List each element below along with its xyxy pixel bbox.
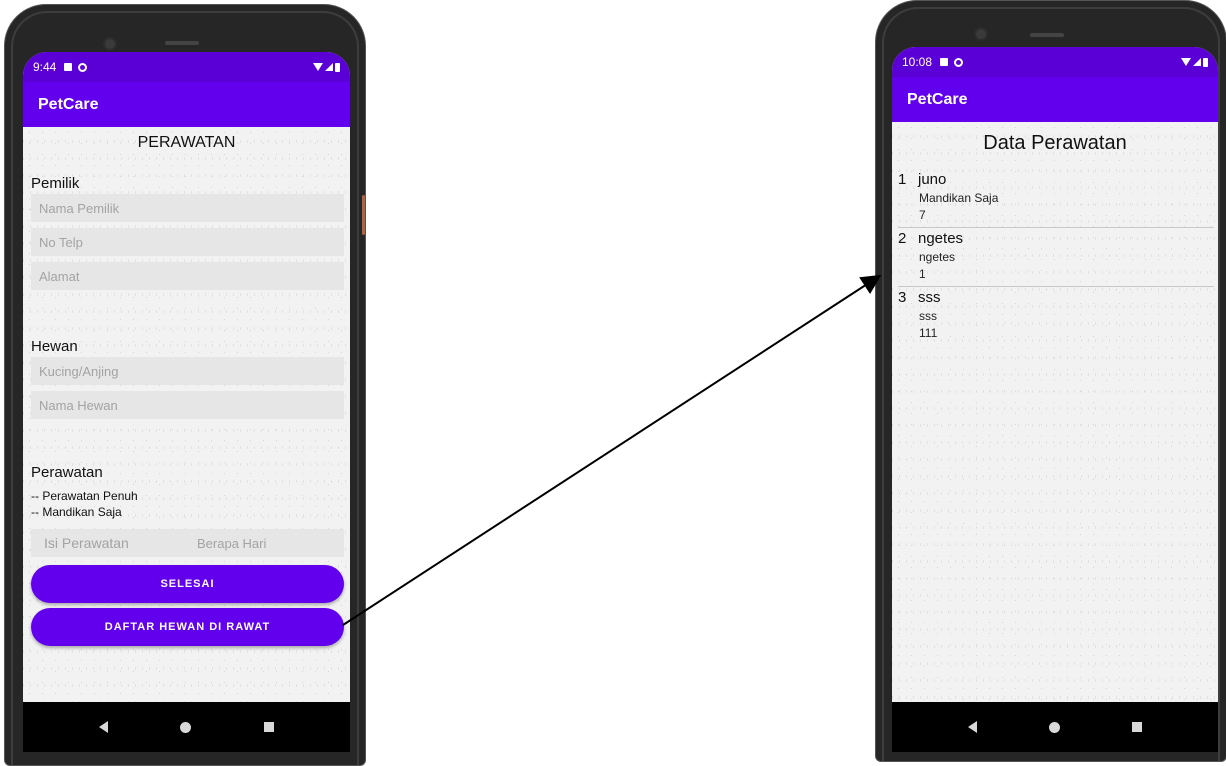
phone-input[interactable]	[31, 228, 344, 256]
animal-name-input[interactable]	[31, 391, 344, 419]
sync-icon	[78, 62, 88, 72]
address-input[interactable]	[31, 262, 344, 290]
status-time: 10:08	[902, 55, 933, 69]
animal-section-label: Hewan	[31, 338, 78, 355]
pet-list-button[interactable]: DAFTAR HEWAN DI RAWAT	[31, 608, 344, 646]
signal-icon	[325, 63, 333, 71]
sim-icon	[940, 58, 949, 66]
nav-back-icon[interactable]	[99, 721, 109, 733]
battery-icon	[1203, 57, 1208, 67]
nav-bar	[23, 702, 350, 752]
speaker-grille	[1030, 33, 1064, 37]
app-title: PetCare	[907, 90, 968, 108]
item-care-type: sss	[919, 309, 937, 323]
care-option-full: -- Perawatan Penuh	[31, 489, 138, 503]
nav-back-icon[interactable]	[968, 721, 977, 733]
owner-name-input[interactable]	[31, 194, 344, 222]
power-button	[362, 195, 365, 235]
nav-home-icon[interactable]	[180, 721, 192, 733]
item-days: 111	[919, 326, 938, 340]
item-pet-name: ngetes	[918, 230, 964, 247]
app-bar: PetCare	[23, 82, 350, 127]
owner-section-label: Pemilik	[31, 175, 80, 192]
divider	[898, 286, 1214, 287]
screen-right: 10:08 PetCare Data Perawatan 1 juno Mand…	[892, 47, 1218, 752]
nav-bar	[892, 702, 1218, 752]
nav-recents-icon[interactable]	[1132, 722, 1142, 732]
screen-left: 9:44 PetCare PERAWATAN Pemilik Hewan Per…	[23, 52, 350, 752]
front-camera	[974, 27, 988, 41]
item-days: 7	[919, 208, 926, 222]
page-title: Data Perawatan	[983, 132, 1127, 154]
app-bar: PetCare	[892, 77, 1218, 122]
signal-icon	[1193, 58, 1201, 66]
care-option-bath: -- Mandikan Saja	[31, 505, 122, 519]
item-days: 1	[919, 267, 926, 281]
item-pet-name: juno	[918, 171, 947, 188]
item-pet-name: sss	[918, 289, 941, 306]
wifi-icon	[1181, 58, 1191, 66]
care-section-label: Perawatan	[31, 464, 103, 481]
status-bar: 9:44	[23, 52, 350, 82]
item-care-type: ngetes	[919, 250, 956, 264]
app-title: PetCare	[38, 95, 99, 113]
care-form: PERAWATAN Pemilik Hewan Perawatan -- Per…	[23, 127, 350, 702]
front-camera	[103, 37, 117, 51]
nav-home-icon[interactable]	[1049, 721, 1060, 733]
sync-icon	[954, 57, 964, 67]
sim-icon	[64, 63, 73, 71]
arrow-line	[342, 274, 882, 626]
battery-icon	[335, 62, 340, 72]
care-list: Data Perawatan 1 juno Mandikan Saja 7 2 …	[892, 122, 1218, 702]
nav-recents-icon[interactable]	[263, 722, 274, 732]
page-title: PERAWATAN	[137, 134, 236, 151]
status-time: 9:44	[33, 60, 57, 74]
animal-type-input[interactable]	[31, 357, 344, 385]
finish-button[interactable]: SELESAI	[31, 565, 344, 603]
speaker-grille	[165, 41, 199, 45]
item-number: 2	[898, 230, 907, 247]
care-type-input[interactable]	[31, 529, 186, 557]
wifi-icon	[313, 63, 323, 71]
item-number: 3	[898, 289, 907, 306]
item-number: 1	[898, 171, 907, 188]
status-bar: 10:08	[892, 47, 1218, 77]
item-care-type: Mandikan Saja	[919, 191, 999, 205]
days-input[interactable]	[186, 529, 344, 557]
divider	[898, 227, 1214, 228]
